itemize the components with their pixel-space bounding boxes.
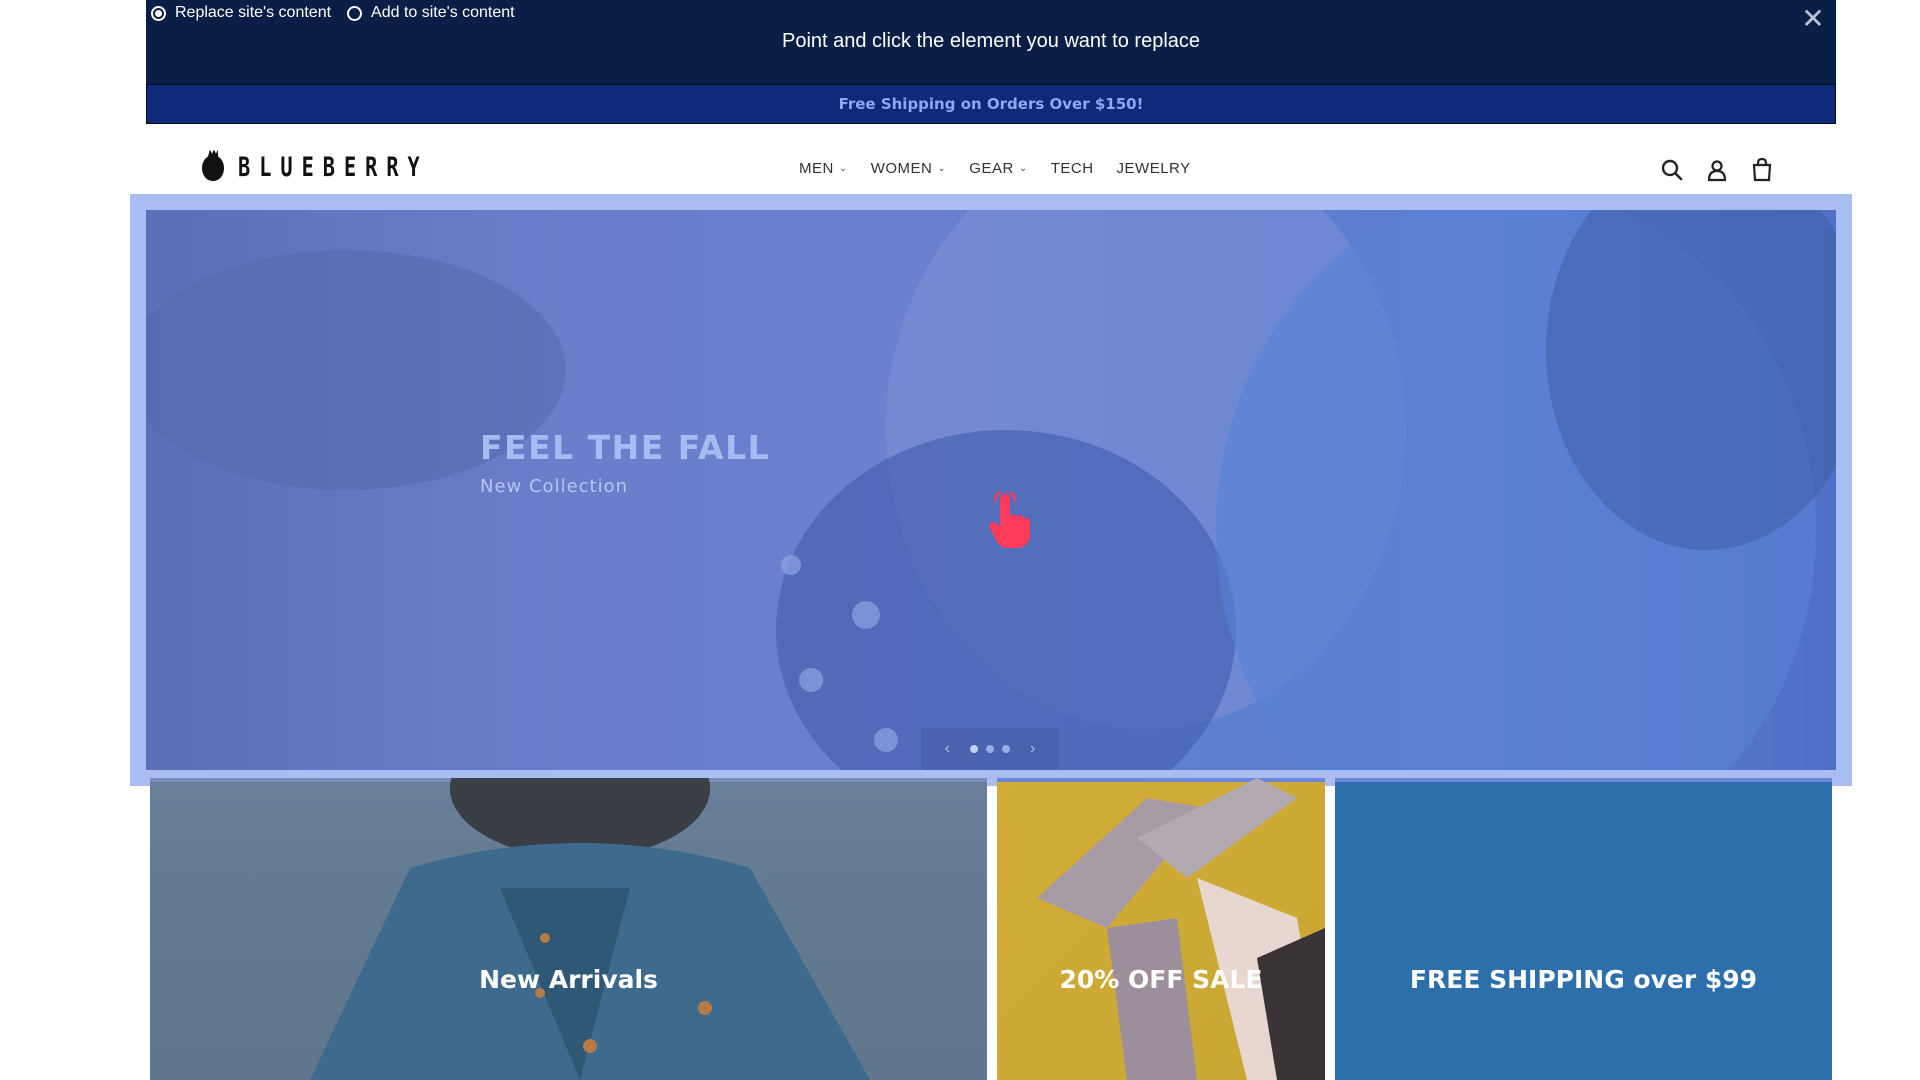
nav-item-jewelry[interactable]: JEWELRY bbox=[1117, 160, 1191, 177]
hero-image bbox=[146, 210, 1836, 770]
nav-label: WOMEN bbox=[870, 160, 933, 177]
mode-options: Replace site's content Add to site's con… bbox=[151, 4, 531, 22]
chevron-down-icon: ⌄ bbox=[838, 163, 848, 174]
nav-item-gear[interactable]: GEAR ⌄ bbox=[969, 160, 1027, 177]
add-content-option[interactable]: Add to site's content bbox=[347, 4, 515, 22]
site-header: BLUEBERRY MEN ⌄ WOMEN ⌄ GEAR ⌄ TECH JEWE… bbox=[146, 124, 1836, 194]
nav-item-men[interactable]: MEN ⌄ bbox=[799, 160, 848, 177]
hero-slideshow[interactable]: FEEL THE FALL New Collection ‹ › bbox=[146, 210, 1836, 770]
nav-item-women[interactable]: WOMEN ⌄ bbox=[871, 160, 947, 177]
nav-label: GEAR bbox=[969, 160, 1014, 177]
editor-instruction: Point and click the element you want to … bbox=[781, 30, 1201, 52]
chevron-down-icon: ⌄ bbox=[937, 163, 947, 174]
announcement-bar: Free Shipping on Orders Over $150! bbox=[146, 84, 1836, 124]
slide-dot[interactable] bbox=[1002, 745, 1010, 753]
blueberry-logo-icon bbox=[202, 154, 224, 181]
hero-heading: FEEL THE FALL bbox=[480, 428, 771, 467]
site-logo[interactable]: BLUEBERRY bbox=[202, 152, 492, 183]
tile-image bbox=[1037, 778, 1325, 1080]
close-icon[interactable]: ✕ bbox=[1800, 5, 1826, 33]
replace-content-label: Replace site's content bbox=[175, 4, 332, 21]
nav-label: TECH bbox=[1050, 160, 1094, 177]
nav-label: JEWELRY bbox=[1116, 160, 1191, 177]
hero-subheading: New Collection bbox=[480, 476, 629, 497]
add-content-label: Add to site's content bbox=[371, 4, 515, 21]
logo-text: BLUEBERRY bbox=[238, 152, 429, 183]
nav-label: MEN bbox=[799, 160, 834, 177]
replace-content-radio[interactable] bbox=[151, 5, 166, 21]
search-icon[interactable] bbox=[1658, 156, 1686, 184]
tile-highlight-edge bbox=[1335, 778, 1832, 782]
slide-dot[interactable] bbox=[986, 745, 994, 753]
chevron-left-icon[interactable]: ‹ bbox=[945, 740, 950, 758]
cart-icon[interactable] bbox=[1748, 156, 1776, 184]
slideshow-controls: ‹ › bbox=[921, 728, 1059, 770]
chevron-right-icon[interactable]: › bbox=[1030, 740, 1035, 758]
main-nav: MEN ⌄ WOMEN ⌄ GEAR ⌄ TECH JEWELRY bbox=[799, 160, 1214, 177]
chevron-down-icon: ⌄ bbox=[1018, 163, 1028, 174]
nav-item-tech[interactable]: TECH bbox=[1051, 160, 1094, 177]
replace-content-option[interactable]: Replace site's content bbox=[151, 4, 331, 22]
promo-tile-free-shipping[interactable]: FREE SHIPPING over $99 bbox=[1335, 778, 1832, 1080]
header-icons bbox=[1641, 156, 1776, 184]
promo-tile-sale[interactable]: 20% OFF SALE bbox=[997, 778, 1325, 1080]
tile-label: 20% OFF SALE bbox=[1059, 964, 1263, 994]
promo-tile-new-arrivals[interactable]: New Arrivals bbox=[150, 778, 987, 1080]
hand-pointer-icon bbox=[989, 492, 1030, 548]
add-content-radio[interactable] bbox=[347, 5, 363, 21]
tile-image bbox=[150, 778, 987, 1080]
tile-label: FREE SHIPPING over $99 bbox=[1409, 964, 1758, 994]
tile-label: New Arrivals bbox=[479, 964, 658, 994]
editor-toolbar: Replace site's content Add to site's con… bbox=[146, 0, 1836, 84]
slide-dot[interactable] bbox=[970, 745, 978, 753]
account-icon[interactable] bbox=[1703, 156, 1731, 184]
